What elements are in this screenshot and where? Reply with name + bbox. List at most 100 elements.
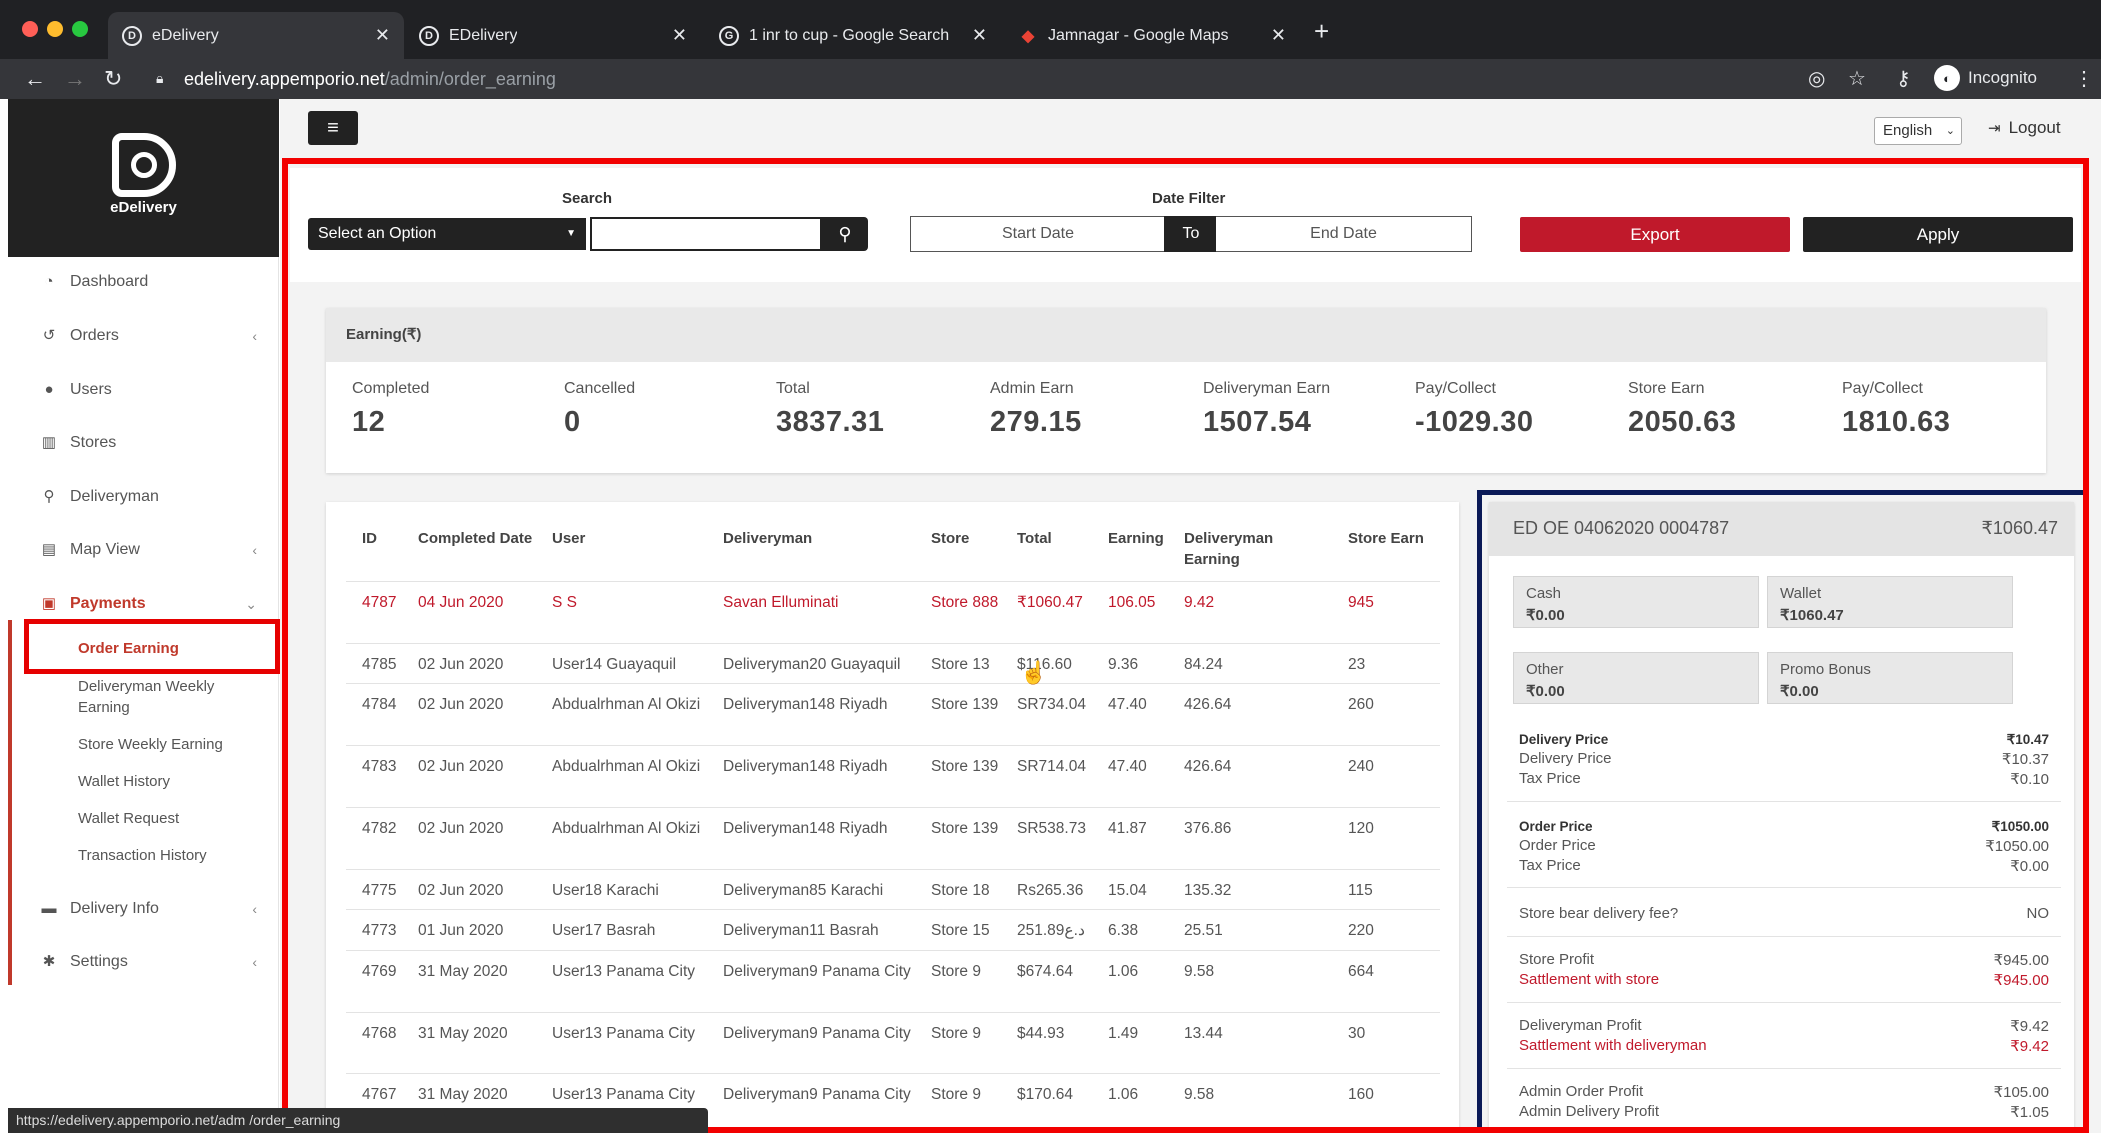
start-date-input[interactable]: Start Date [910,216,1166,252]
export-button[interactable]: Export [1520,217,1790,252]
column-header-deliveryman-earning[interactable]: Deliveryman Earning [1184,528,1314,570]
address-bar-row: ← → ↻ 🔒︎ edelivery.appemporio.net/admin/… [0,59,2101,99]
date-to-label: To [1164,216,1218,252]
table-row[interactable]: 4784 02 Jun 2020 Abdualrhman Al Okizi Deliv… [346,683,1440,745]
table-row[interactable]: 4787 04 Jun 2020 S S Savan Elluminati Store … [346,581,1440,643]
orders-table: ID Completed Date User Deliveryman Store Tota… [326,502,1459,1133]
search-input[interactable] [590,217,822,251]
column-header-deliveryman[interactable]: Deliveryman [723,528,923,549]
cell-completed-date: 31 May 2020 [418,963,508,980]
sidebar-item-payments[interactable]: ▣ Payments ⌄ [8,584,279,624]
logout-link[interactable]: ⇥ Logout [1988,118,2061,138]
stat-label: Total [776,380,810,397]
cell-total: $674.64 [1017,963,1074,980]
close-tab-icon[interactable]: ✕ [972,25,987,46]
url-field[interactable]: edelivery.appemporio.net/admin/order_ear… [184,63,556,95]
cell-earning: 1.06 [1108,1086,1139,1103]
sidebar-item-dashboard[interactable]: ◔ Dashboard [8,262,279,302]
reload-icon[interactable]: ↻ [104,66,122,92]
cell-deliveryman-earning: 9.42 [1184,594,1215,611]
new-tab-plus-icon[interactable]: + [1314,16,1329,47]
browser-tab-edelivery[interactable]: D eDelivery ✕ [108,12,404,59]
location-target-icon[interactable]: ◎ [1808,66,1825,91]
payments-active-bar [8,620,12,985]
cell-store: Store 18 [931,882,990,899]
sidebar-item-stores[interactable]: ▥ Stores [8,423,279,463]
sidebar-item-label: Map View [70,541,140,558]
cell-total: $44.93 [1017,1025,1065,1042]
submenu-item-deliveryman-weekly-earning[interactable]: Deliveryman Weekly Earning [78,676,258,718]
browser-tab-google-maps[interactable]: ◆ Jamnagar - Google Maps ✕ [1004,12,1300,59]
sidebar-item-delivery-info[interactable]: ▬ Delivery Info ‹ [8,889,279,929]
table-row[interactable]: 4773 01 Jun 2020 User17 Basrah Deliveryman1… [346,909,1440,950]
table-row[interactable]: 4783 02 Jun 2020 Abdualrhman Al Okizi Deliv… [346,745,1440,807]
incognito-indicator[interactable]: ◐ Incognito [1934,65,2037,91]
hamburger-menu-icon[interactable]: ≡ [308,111,358,145]
language-select[interactable]: English ⌄ [1874,117,1962,145]
cell-total: SR714.04 [1017,758,1086,775]
bookmark-star-icon[interactable]: ☆ [1848,66,1866,91]
brand-block[interactable]: eDelivery [8,99,279,257]
sidebar-item-map-view[interactable]: ▤ Map View ‹ [8,530,279,570]
cell-store-earn: 664 [1348,963,1374,980]
cell-store-earn: 260 [1348,696,1374,713]
back-arrow-icon[interactable]: ← [24,66,46,92]
end-date-input[interactable]: End Date [1216,216,1472,252]
close-tab-icon[interactable]: ✕ [672,25,687,46]
search-button[interactable]: ⚲ [822,217,868,251]
sidebar-item-label: Orders [70,327,119,344]
cell-deliveryman-earning: 426.64 [1184,696,1232,713]
edelivery-favicon-icon: D [122,25,142,46]
table-row[interactable]: 4775 02 Jun 2020 User18 Karachi Deliveryman… [346,869,1440,909]
search-field-select[interactable]: Select an Option ▼ [308,218,586,250]
gear-icon: ✱ [42,953,56,970]
cell-store-earn: 220 [1348,922,1374,939]
column-header-completed-date[interactable]: Completed Date [418,528,538,549]
cell-user: User14 Guayaquil [552,656,677,673]
column-header-user[interactable]: User [552,528,712,549]
sidebar-item-settings[interactable]: ✱ Settings ‹ [8,942,279,982]
cell-user: Abdualrhman Al Okizi [552,696,701,713]
stat-value: 1810.63 [1842,406,1951,438]
sidebar-item-orders[interactable]: ↺ Orders ‹ [8,316,279,356]
cell-deliveryman: Deliveryman148 Riyadh [723,696,888,713]
table-row[interactable]: 4768 31 May 2020 User13 Panama City Deliver… [346,1012,1440,1073]
chevron-icon: ‹ [252,328,257,344]
browser-tab-edelivery-2[interactable]: D EDelivery ✕ [405,12,701,59]
sidebar-item-users[interactable]: ● Users [8,370,279,410]
column-header-earning[interactable]: Earning [1108,528,1178,549]
maps-favicon-icon: ◆ [1021,27,1035,45]
minimize-window-dot[interactable] [47,21,63,37]
chevron-icon: ⌄ [245,595,257,612]
submenu-item-transaction-history[interactable]: Transaction History [78,845,278,866]
earning-stat: Deliveryman Earn 1507.54 [1203,380,1330,439]
tab-title: eDelivery [152,26,219,44]
dashboard-icon: ◔ [44,273,54,290]
table-row[interactable]: 4769 31 May 2020 User13 Panama City Deliver… [346,950,1440,1012]
cell-store-earn: 120 [1348,820,1374,837]
submenu-item-store-weekly-earning[interactable]: Store Weekly Earning [78,734,278,755]
kebab-menu-icon[interactable]: ⋮ [2074,66,2094,91]
browser-tab-google-search[interactable]: G 1 inr to cup - Google Search ✕ [705,12,1001,59]
top-bar [280,99,2101,159]
column-header-store[interactable]: Store [931,528,1011,549]
sidebar-item-deliveryman[interactable]: ⚲ Deliveryman [8,477,279,517]
apply-button[interactable]: Apply [1803,217,2073,252]
cell-user: Abdualrhman Al Okizi [552,820,701,837]
column-header-store-earn[interactable]: Store Earn [1348,528,1428,549]
forward-arrow-icon[interactable]: → [64,66,86,92]
close-window-dot[interactable] [22,21,38,37]
close-tab-icon[interactable]: ✕ [375,25,390,46]
maximize-window-dot[interactable] [72,21,88,37]
sidebar-item-label: Stores [70,434,117,451]
submenu-item-wallet-request[interactable]: Wallet Request [78,808,278,829]
map-icon: ▤ [41,541,57,558]
cell-user: User17 Basrah [552,922,656,939]
close-tab-icon[interactable]: ✕ [1271,25,1286,46]
table-row[interactable]: 4782 02 Jun 2020 Abdualrhman Al Okizi Deliv… [346,807,1440,869]
column-header-id[interactable]: ID [362,528,412,549]
table-row[interactable]: 4785 02 Jun 2020 User14 Guayaquil Deliverym… [346,643,1440,683]
column-header-total[interactable]: Total [1017,528,1101,549]
key-icon[interactable]: ⚷ [1896,66,1911,91]
submenu-item-wallet-history[interactable]: Wallet History [78,771,278,792]
